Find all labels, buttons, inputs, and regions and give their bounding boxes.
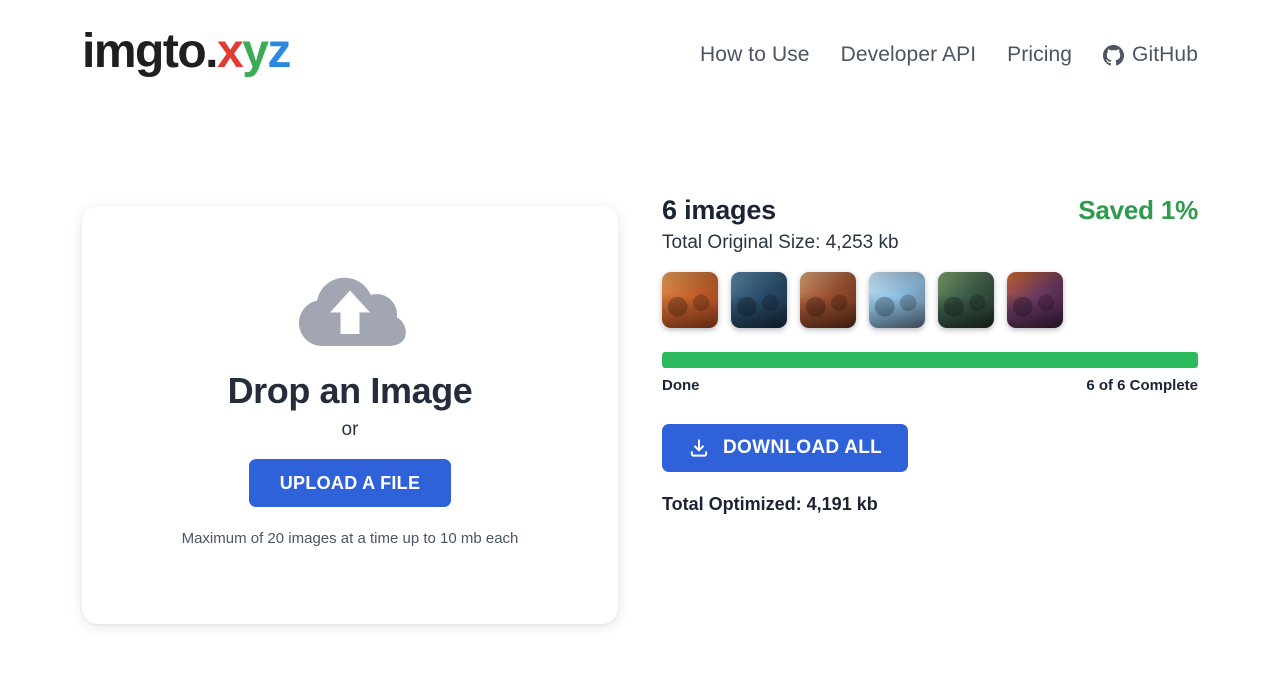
nav-developer-api[interactable]: Developer API	[841, 43, 977, 67]
dropzone-title: Drop an Image	[227, 370, 473, 411]
logo-text-base: imgto.	[82, 25, 218, 78]
list-item[interactable]	[800, 272, 856, 328]
site-header: imgto. x y z How to Use Developer API Prici…	[0, 0, 1280, 110]
image-count-title: 6 images	[662, 195, 776, 225]
list-item[interactable]	[731, 272, 787, 328]
total-original-size: Total Original Size: 4,253 kb	[662, 232, 899, 253]
cloud-upload-icon-wrap	[290, 268, 410, 350]
nav-how-to-use[interactable]: How to Use	[700, 43, 810, 67]
results-panel: 6 images Saved 1% Total Original Size: 4…	[662, 195, 1198, 515]
main-nav: How to Use Developer API Pricing GitHub	[700, 43, 1198, 67]
thumbnail-list	[662, 272, 1198, 328]
nav-pricing[interactable]: Pricing	[1007, 43, 1072, 67]
download-icon	[690, 439, 708, 457]
list-item[interactable]	[662, 272, 718, 328]
github-icon	[1103, 44, 1125, 65]
list-item[interactable]	[869, 272, 925, 328]
nav-github-label: GitHub	[1132, 43, 1198, 66]
site-logo[interactable]: imgto. x y z	[82, 25, 291, 78]
nav-github[interactable]: GitHub	[1103, 43, 1198, 67]
progress-bar	[662, 352, 1198, 368]
progress-bar-fill	[662, 352, 1198, 368]
download-all-button[interactable]: DOWNLOAD ALL	[662, 424, 909, 472]
results-header: 6 images Saved 1%	[662, 195, 1198, 226]
list-item[interactable]	[1007, 272, 1063, 328]
main-content: Drop an Image or UPLOAD A FILE Maximum o…	[0, 110, 1280, 682]
logo-text-x: x	[216, 25, 244, 78]
total-optimized-size: Total Optimized: 4,191 kb	[662, 494, 878, 514]
dropzone-or-text: or	[341, 419, 359, 440]
saved-percent-badge: Saved 1%	[1078, 195, 1198, 225]
progress-complete-label: 6 of 6 Complete	[1086, 377, 1198, 394]
app-root: imgto. x y z How to Use Developer API Prici…	[0, 0, 1280, 682]
cloud-upload-icon	[299, 277, 406, 346]
upload-dropzone[interactable]: Drop an Image or UPLOAD A FILE Maximum o…	[82, 206, 618, 624]
logo-text-z: z	[267, 25, 291, 78]
upload-a-file-button[interactable]: UPLOAD A FILE	[248, 459, 452, 507]
progress-status-label: Done	[662, 377, 700, 394]
upload-limit-note: Maximum of 20 images at a time up to 10 …	[181, 530, 519, 547]
download-all-label: DOWNLOAD ALL	[723, 437, 883, 458]
logo-text-y: y	[242, 25, 269, 78]
list-item[interactable]	[938, 272, 994, 328]
progress-labels: Done 6 of 6 Complete	[662, 377, 1198, 394]
